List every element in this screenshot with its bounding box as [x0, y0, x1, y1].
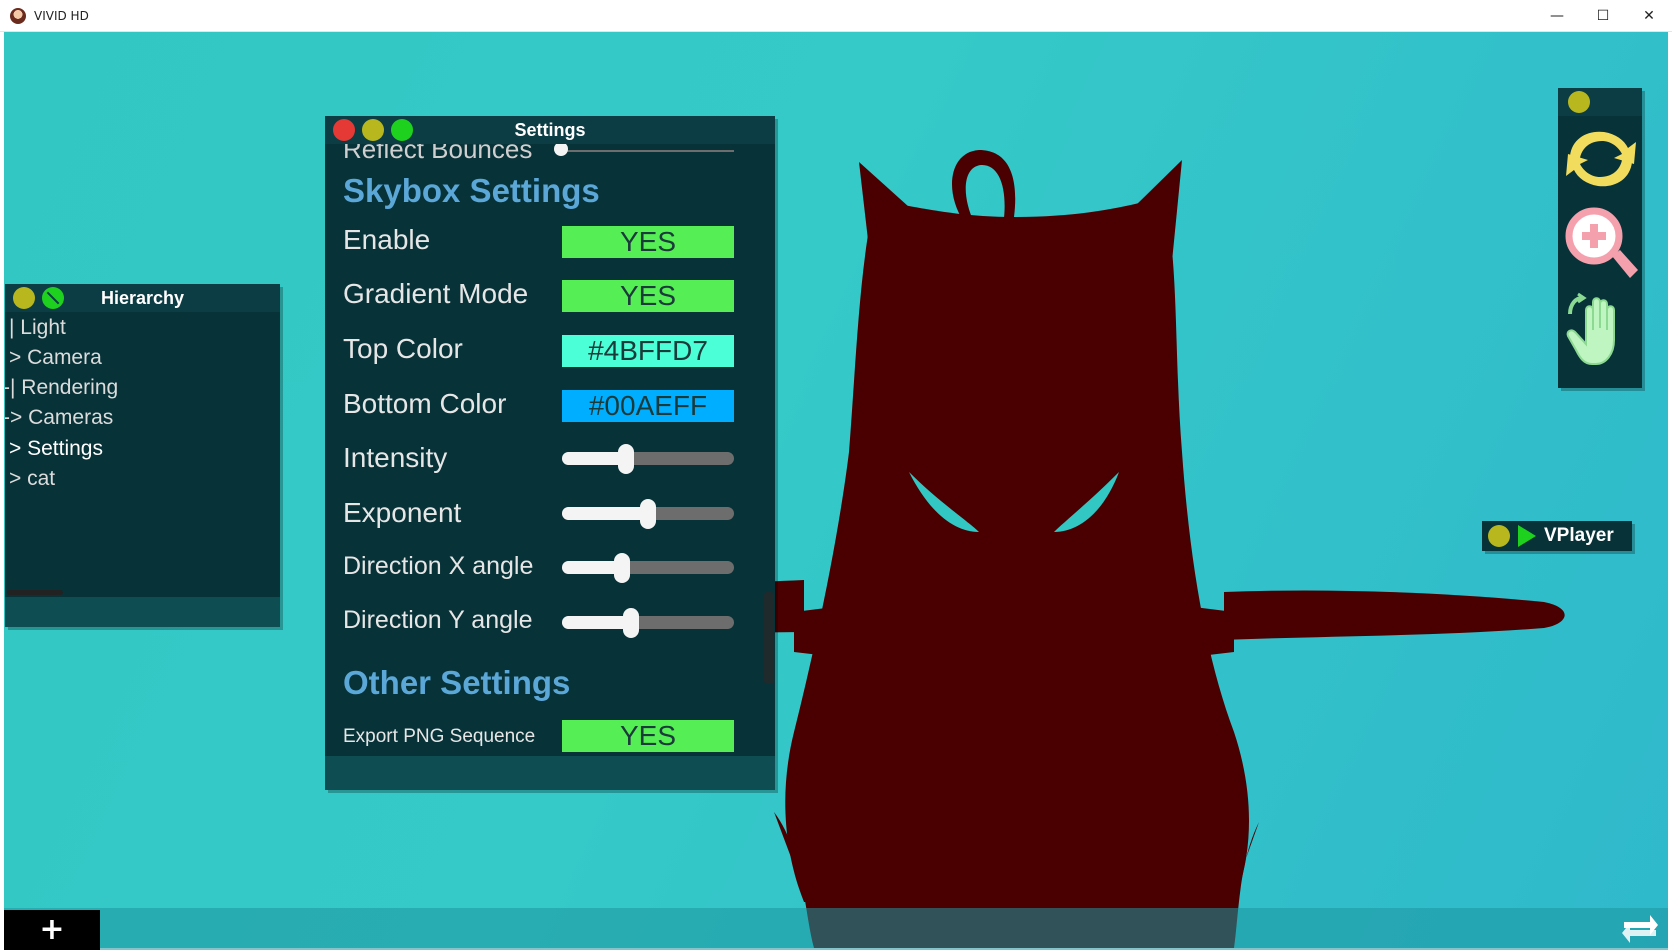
direction-y-label: Direction Y angle: [343, 606, 533, 634]
settings-minimize-button[interactable]: [362, 119, 384, 141]
zoom-in-icon: [1565, 207, 1638, 278]
tools-panel: [1558, 88, 1642, 388]
exponent-slider[interactable]: [562, 499, 734, 529]
maximize-button[interactable]: ☐: [1580, 0, 1626, 32]
vplayer-minimize-button[interactable]: [1488, 525, 1510, 547]
close-window-button[interactable]: ✕: [1626, 0, 1672, 32]
direction-x-slider-knob[interactable]: [614, 553, 630, 583]
tree-item-camera[interactable]: > Camera: [9, 346, 102, 370]
window-title: VIVID HD: [34, 8, 89, 23]
app-icon: [10, 7, 26, 24]
rotate-tool-button[interactable]: [1562, 120, 1640, 198]
top-color-label: Top Color: [343, 333, 463, 364]
reflect-bounces-slider-track[interactable]: [562, 150, 734, 152]
hierarchy-disabled-button[interactable]: [42, 287, 64, 309]
vplayer-label: VPlayer: [1544, 525, 1614, 546]
settings-scroll-area[interactable]: Reflect Bounces Skybox Settings Enable Y…: [325, 144, 775, 756]
tools-header[interactable]: [1558, 88, 1642, 116]
intensity-slider-knob[interactable]: [618, 444, 634, 474]
top-color-field[interactable]: #4BFFD7: [562, 335, 734, 367]
enable-label: Enable: [343, 224, 431, 255]
rotate-icon: [1566, 131, 1636, 187]
settings-header[interactable]: Settings: [325, 116, 775, 144]
zoom-tool-button[interactable]: [1562, 204, 1640, 282]
window-titlebar: VIVID HD — ☐ ✕: [0, 0, 1672, 32]
hierarchy-horizontal-scrollbar[interactable]: [7, 590, 63, 595]
hierarchy-minimize-button[interactable]: [13, 287, 35, 309]
direction-x-label: Direction X angle: [343, 552, 534, 580]
window-controls: — ☐ ✕: [1534, 0, 1672, 32]
hierarchy-header[interactable]: Hierarchy: [5, 284, 280, 312]
exponent-label: Exponent: [343, 497, 462, 528]
pan-tool-button[interactable]: [1562, 292, 1640, 370]
exponent-slider-fill: [562, 507, 648, 520]
enable-toggle[interactable]: YES: [562, 226, 734, 258]
settings-panel: Settings Reflect Bounces Skybox Settings…: [325, 116, 775, 790]
tools-minimize-button[interactable]: [1568, 91, 1590, 113]
tree-item-cat[interactable]: > cat: [9, 467, 55, 491]
direction-x-slider[interactable]: [562, 553, 734, 583]
tree-item-settings[interactable]: > Settings: [9, 437, 103, 461]
intensity-slider-fill: [562, 452, 626, 465]
other-settings-heading: Other Settings: [343, 664, 571, 701]
tree-item-cameras[interactable]: -> Cameras: [5, 406, 113, 430]
settings-close-button[interactable]: [333, 119, 355, 141]
intensity-slider[interactable]: [562, 444, 734, 474]
settings-footer: [325, 756, 775, 790]
direction-y-slider[interactable]: [562, 608, 734, 638]
bottom-color-label: Bottom Color: [343, 388, 507, 419]
direction-x-slider-fill: [562, 561, 622, 574]
direction-y-slider-knob[interactable]: [623, 608, 639, 638]
skybox-settings-heading: Skybox Settings: [343, 172, 600, 209]
exponent-slider-knob[interactable]: [640, 499, 656, 529]
tree-item-rendering[interactable]: -| Rendering: [5, 376, 118, 400]
hierarchy-footer: [5, 597, 280, 627]
export-png-label: Export PNG Sequence: [343, 726, 536, 747]
reflect-bounces-label: Reflect Bounces: [343, 144, 533, 164]
add-button[interactable]: +: [4, 910, 100, 950]
intensity-label: Intensity: [343, 442, 448, 473]
bottom-bar: [4, 908, 1668, 950]
tree-item-light[interactable]: | Light: [9, 316, 66, 340]
export-png-toggle[interactable]: YES: [562, 720, 734, 752]
pan-hand-icon: [1566, 292, 1615, 365]
bottom-color-field[interactable]: #00AEFF: [562, 390, 734, 422]
swap-arrows-icon[interactable]: [1620, 910, 1660, 948]
gradient-mode-toggle[interactable]: YES: [562, 280, 734, 312]
settings-maximize-button[interactable]: [391, 119, 413, 141]
play-icon[interactable]: [1518, 525, 1536, 547]
hierarchy-panel: Hierarchy | Light > Camera -| Rendering …: [5, 284, 280, 627]
hierarchy-tree[interactable]: | Light > Camera -| Rendering -> Cameras…: [5, 312, 280, 590]
vplayer-panel: VPlayer: [1482, 521, 1632, 551]
direction-y-slider-fill: [562, 616, 631, 629]
reflect-bounces-slider-knob[interactable]: [554, 144, 568, 156]
gradient-mode-label: Gradient Mode: [343, 278, 529, 309]
add-button-label: +: [39, 912, 65, 947]
minimize-button[interactable]: —: [1534, 0, 1580, 32]
settings-scrollbar[interactable]: [764, 592, 774, 684]
